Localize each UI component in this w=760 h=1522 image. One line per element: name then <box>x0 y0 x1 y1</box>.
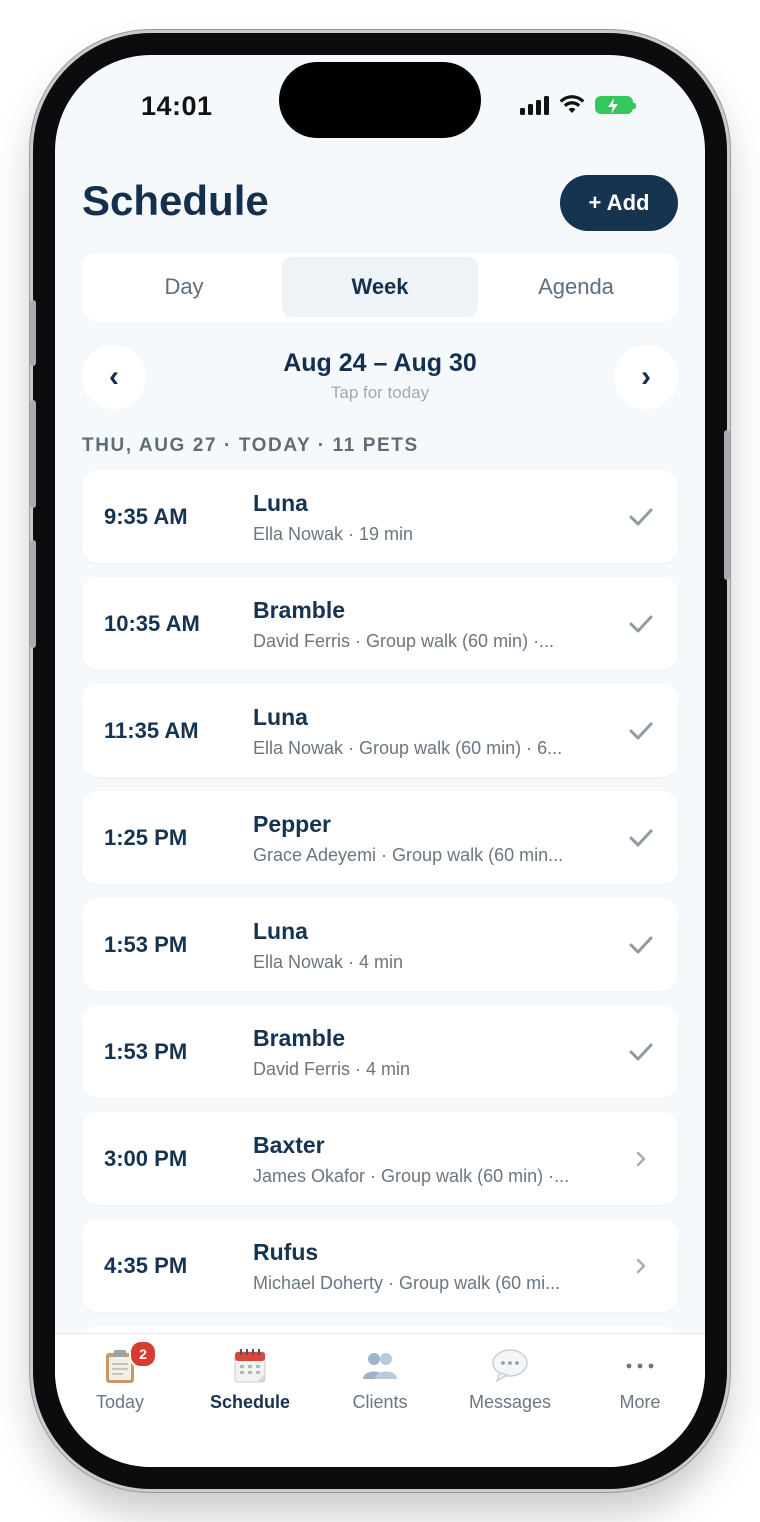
bottom-tab-bar: 2 Today Schedule Clients Messages More <box>55 1333 705 1467</box>
day-section-header: THU, AUG 27 · TODAY · 11 PETS <box>82 435 419 456</box>
action-button <box>30 300 36 366</box>
chevron-right-icon: › <box>641 360 651 393</box>
dynamic-island <box>279 62 481 138</box>
appointment-card[interactable]: 10:35 AM Bramble David Ferris · Group wa… <box>82 577 678 670</box>
checkmark-icon <box>628 504 654 530</box>
screen: 14:01 Schedule + Add Day Week Agenda ‹ A… <box>55 55 705 1467</box>
appointment-card[interactable]: 3:00 PM Baxter James Okafor · Group walk… <box>82 1112 678 1205</box>
wifi-icon <box>559 95 585 113</box>
appointment-time: 1:25 PM <box>104 825 188 850</box>
pet-name: Luna <box>253 490 308 516</box>
pet-name: Baxter <box>253 1132 325 1158</box>
status-time: 14:01 <box>141 91 213 121</box>
checkmark-icon <box>628 611 654 637</box>
appointment-card[interactable]: 1:25 PM Pepper Grace Adeyemi · Group wal… <box>82 791 678 884</box>
more-dots-icon <box>620 1346 660 1386</box>
appointment-time: 11:35 AM <box>104 718 199 743</box>
battery-charging-icon <box>595 96 636 114</box>
pet-name: Bramble <box>253 597 346 623</box>
date-range-title[interactable]: Aug 24 – Aug 30 <box>55 349 705 378</box>
chevron-right-icon <box>628 1253 654 1279</box>
pet-name: Rufus <box>253 1239 319 1265</box>
appointment-time: 3:00 PM <box>104 1146 188 1171</box>
appointment-time: 9:35 AM <box>104 504 188 529</box>
appointment-detail: James Okafor · Group walk (60 min) ·... <box>253 1166 570 1186</box>
pet-name: Luna <box>253 918 308 944</box>
appointment-time: 4:35 PM <box>104 1253 188 1278</box>
tab-day[interactable]: Day <box>86 257 282 317</box>
view-switcher: Day Week Agenda <box>82 253 678 321</box>
tabbar-label: Today <box>95 1392 145 1412</box>
checkmark-icon <box>628 825 654 851</box>
tabbar-label: Clients <box>352 1392 408 1412</box>
appointment-detail: Ella Nowak · 19 min <box>253 524 414 544</box>
tap-for-today-hint[interactable]: Tap for today <box>55 383 705 403</box>
pet-name: Luna <box>253 704 308 730</box>
appointment-detail: Michael Doherty · Group walk (60 mi... <box>253 1273 561 1293</box>
appointment-card[interactable]: 4:35 PM Rufus Michael Doherty · Group wa… <box>82 1219 678 1312</box>
status-icons <box>520 95 636 115</box>
pet-name: Bramble <box>253 1025 346 1051</box>
volume-down-button <box>30 540 36 648</box>
power-button <box>724 430 730 580</box>
tabbar-label: More <box>619 1392 661 1412</box>
checkmark-icon <box>628 718 654 744</box>
people-icon <box>360 1346 400 1386</box>
chevron-right-icon <box>628 1146 654 1172</box>
signal-icon <box>520 95 549 115</box>
tabbar-item-schedule[interactable]: Schedule <box>185 1334 315 1467</box>
checkmark-icon <box>628 1039 654 1065</box>
appointment-time: 1:53 PM <box>104 932 188 957</box>
tabbar-item-messages[interactable]: Messages <box>445 1334 575 1467</box>
add-appointment-button[interactable]: + Add <box>560 175 678 231</box>
tabbar-item-more[interactable]: More <box>575 1334 705 1467</box>
appointment-card[interactable]: 9:35 AM Luna Ella Nowak · 19 min <box>82 470 678 563</box>
appointment-time: 10:35 AM <box>104 611 200 636</box>
appointment-detail: David Ferris · 4 min <box>253 1059 411 1079</box>
next-week-button[interactable]: › <box>614 345 678 409</box>
appointment-detail: Ella Nowak · Group walk (60 min) · 6... <box>253 738 563 758</box>
appointment-detail: Ella Nowak · 4 min <box>253 952 404 972</box>
speech-bubble-icon <box>490 1346 530 1386</box>
appointment-card[interactable]: 1:53 PM Luna Ella Nowak · 4 min <box>82 898 678 991</box>
appointment-time: 1:53 PM <box>104 1039 188 1064</box>
appointment-card[interactable]: 11:35 AM Luna Ella Nowak · Group walk (6… <box>82 684 678 777</box>
tabbar-item-today[interactable]: 2 Today <box>55 1334 185 1467</box>
tab-agenda[interactable]: Agenda <box>478 257 674 317</box>
appointment-card[interactable]: 1:53 PM Bramble David Ferris · 4 min <box>82 1005 678 1098</box>
today-badge: 2 <box>129 1340 157 1368</box>
tabbar-item-clients[interactable]: Clients <box>315 1334 445 1467</box>
checkmark-icon <box>628 932 654 958</box>
calendar-icon <box>230 1346 270 1386</box>
tabbar-label: Messages <box>468 1392 552 1412</box>
tabbar-label: Schedule <box>209 1392 291 1412</box>
tab-week[interactable]: Week <box>282 257 478 317</box>
appointment-detail: David Ferris · Group walk (60 min) ·... <box>253 631 555 651</box>
volume-up-button <box>30 400 36 508</box>
page-title: Schedule <box>82 177 269 224</box>
appointment-detail: Grace Adeyemi · Group walk (60 min... <box>253 845 564 865</box>
pet-name: Pepper <box>253 811 331 837</box>
